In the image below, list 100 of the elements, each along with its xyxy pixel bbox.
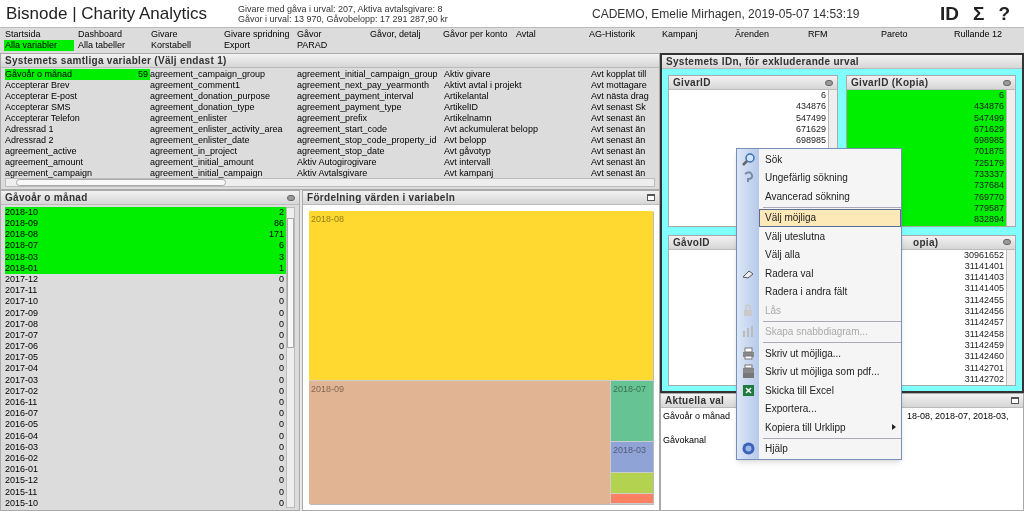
nav-tab[interactable]: Export <box>223 40 293 51</box>
list-item[interactable]: agreement_payment_interval <box>297 91 444 102</box>
list-item[interactable]: 2016-11 0 <box>5 397 286 409</box>
list-item[interactable]: 2017-09 0 <box>5 307 286 319</box>
list-item[interactable]: 2017-04 0 <box>5 363 286 375</box>
list-item[interactable]: Accepterar Brev <box>5 80 150 91</box>
list-item[interactable]: agreement_prefix <box>297 113 444 124</box>
list-item[interactable]: Adressrad 1 <box>5 124 150 135</box>
list-item[interactable]: Avt senast än <box>591 124 655 135</box>
list-item[interactable]: agreement_in_project <box>150 146 297 157</box>
nav-tab[interactable]: Startsida <box>4 29 74 40</box>
list-item[interactable]: Avt senast än <box>591 113 655 124</box>
nav-tab[interactable]: Alla variabler <box>4 40 74 51</box>
list-item[interactable]: 2017-03 0 <box>5 374 286 386</box>
search-icon[interactable] <box>1003 79 1011 86</box>
list-item[interactable]: 2018-10 2 <box>5 207 286 219</box>
list-item[interactable]: 2018-03 3 <box>5 251 286 263</box>
search-icon[interactable] <box>287 194 295 201</box>
list-item[interactable]: Adressrad 2 <box>5 135 150 146</box>
nav-tab[interactable]: Dashboard <box>77 29 147 40</box>
list-item[interactable]: 2017-02 0 <box>5 386 286 398</box>
list-item[interactable]: Avt kampanj <box>444 168 591 178</box>
search-icon[interactable] <box>1003 239 1011 246</box>
nav-tab[interactable]: Ärenden <box>734 29 804 40</box>
list-item[interactable]: agreement_initial_campaign_group <box>297 69 444 80</box>
list-item[interactable]: 2017-12 0 <box>5 274 286 286</box>
list-item[interactable]: 2015-12 0 <box>5 475 286 487</box>
list-item[interactable]: agreement_enlister_date <box>150 135 297 146</box>
list-item[interactable]: agreement_start_code <box>297 124 444 135</box>
list-item[interactable]: 2018-08 171 <box>5 229 286 241</box>
nav-tab[interactable]: Avtal <box>515 29 585 40</box>
nav-tab[interactable]: Korstabell <box>150 40 220 51</box>
list-item[interactable]: agreement_enlister <box>150 113 297 124</box>
list-item[interactable]: Accepterar SMS <box>5 102 150 113</box>
list-item[interactable]: Gåvoår o månad 59 <box>5 69 150 80</box>
nav-tab[interactable]: Pareto <box>880 29 950 40</box>
list-item[interactable]: agreement_campaign <box>5 168 150 178</box>
list-item[interactable]: Avt nästa drag <box>591 91 655 102</box>
list-item[interactable]: agreement_payment_type <box>297 102 444 113</box>
list-item[interactable]: 2017-06 0 <box>5 341 286 353</box>
list-item[interactable]: 2017-10 0 <box>5 296 286 308</box>
nav-tab[interactable]: Kampanj <box>661 29 731 40</box>
list-item[interactable]: Avt senast än <box>591 146 655 157</box>
list-item[interactable]: Avt senast än <box>591 135 655 146</box>
list-item[interactable]: Avt kopplat till <box>591 69 655 80</box>
list-item[interactable]: Artikelantal <box>444 91 591 102</box>
treemap-tile[interactable] <box>611 494 653 504</box>
nav-tab[interactable]: Alla tabeller <box>77 40 147 51</box>
menu-item[interactable]: Kopiera till Urklipp <box>759 418 901 437</box>
menu-item[interactable]: Hjälp <box>759 439 901 458</box>
list-item[interactable]: Avt gåvotyp <box>444 146 591 157</box>
nav-tab[interactable]: Givare spridning <box>223 29 293 40</box>
treemap-tile[interactable] <box>611 473 653 495</box>
list-item[interactable]: agreement_initial_amount <box>150 157 297 168</box>
menu-item[interactable]: Välj uteslutna <box>759 227 901 246</box>
list-item[interactable]: Avt ackumulerat belopp <box>444 124 591 135</box>
nav-tab[interactable]: PARAD <box>296 40 366 51</box>
list-item[interactable]: ArtikelID <box>444 102 591 113</box>
list-item[interactable]: agreement_donation_type <box>150 102 297 113</box>
list-item[interactable]: agreement_stop_date <box>297 146 444 157</box>
nav-tab[interactable]: Gåvor <box>296 29 366 40</box>
horizontal-scrollbar[interactable] <box>5 178 655 187</box>
list-item[interactable]: 2017-11 0 <box>5 285 286 297</box>
toolbar-button[interactable]: ? <box>998 4 1010 23</box>
list-item[interactable]: 2016-05 0 <box>5 419 286 431</box>
list-item[interactable]: agreement_comment1 <box>150 80 297 91</box>
vertical-scrollbar[interactable] <box>286 207 295 508</box>
list-item[interactable]: Accepterar Telefon <box>5 113 150 124</box>
list-item[interactable]: agreement_donation_purpose <box>150 91 297 102</box>
list-item[interactable]: Avt belopp <box>444 135 591 146</box>
toolbar-button[interactable]: Σ <box>973 4 985 23</box>
nav-tab[interactable]: RFM <box>807 29 877 40</box>
maximize-icon[interactable] <box>647 194 655 201</box>
list-item[interactable]: Avt senast Sk <box>591 102 655 113</box>
list-item[interactable]: Avt senast än <box>591 168 655 178</box>
toolbar-button[interactable]: ID <box>940 4 959 23</box>
vertical-scrollbar[interactable] <box>1006 249 1015 386</box>
list-item[interactable]: agreement_campaign_group <box>150 69 297 80</box>
list-item[interactable]: 2016-03 0 <box>5 441 286 454</box>
maximize-icon[interactable] <box>1011 397 1019 404</box>
list-item[interactable]: Aktiv givare <box>444 69 591 80</box>
list-item[interactable]: 2018-07 6 <box>5 240 286 252</box>
list-item[interactable]: 2016-02 0 <box>5 453 286 465</box>
list-item[interactable]: Aktiv Avtalsgivare <box>297 168 444 178</box>
list-item[interactable]: Aktivt avtal i projekt <box>444 80 591 91</box>
list-item[interactable]: agreement_stop_code_property_id <box>297 135 444 146</box>
list-item[interactable]: Artikelnamn <box>444 113 591 124</box>
list-item[interactable]: 2017-08 0 <box>5 318 286 331</box>
list-item[interactable]: 2017-07 0 <box>5 330 286 342</box>
list-item[interactable]: agreement_active <box>5 146 150 157</box>
list-item[interactable]: 2016-04 0 <box>5 430 286 442</box>
list-item[interactable]: Avt senast än <box>591 157 655 168</box>
list-item[interactable]: Aktiv Autogirogivare <box>297 157 444 168</box>
nav-tab[interactable]: Gåvor per konto <box>442 29 512 40</box>
list-item[interactable]: agreement_initial_campaign <box>150 168 297 178</box>
list-item[interactable]: agreement_amount <box>5 157 150 168</box>
menu-item[interactable]: Välj möjliga <box>759 208 901 227</box>
list-item[interactable]: 2015-10 0 <box>5 497 286 510</box>
list-item[interactable]: 2018-09 86 <box>5 218 286 230</box>
nav-tab[interactable]: AG-Historik <box>588 29 658 40</box>
